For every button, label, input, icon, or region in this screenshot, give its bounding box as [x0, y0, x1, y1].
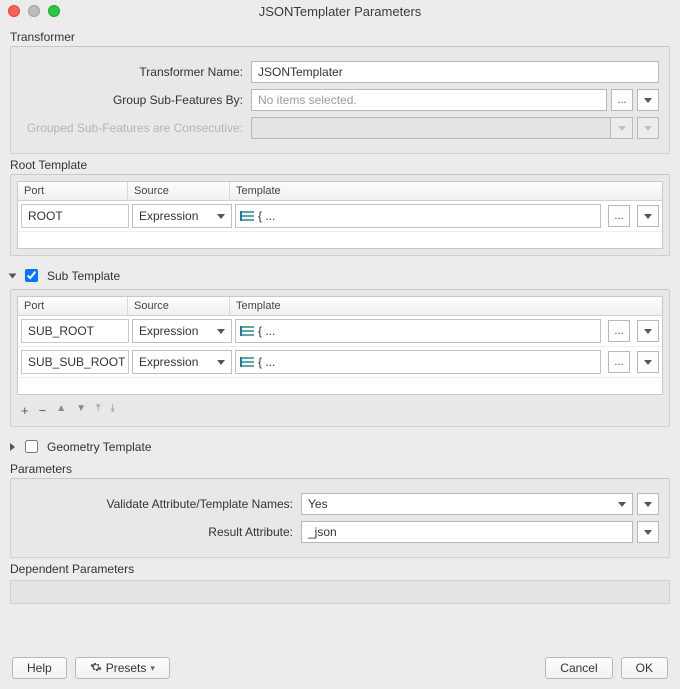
result-attr-menu-button[interactable] — [637, 521, 659, 543]
root-header-source: Source — [128, 182, 230, 200]
root-port-cell[interactable]: ROOT — [21, 204, 129, 228]
table-row: SUB_ROOT Expression { ... ... — [18, 316, 662, 347]
window-title: JSONTemplater Parameters — [0, 4, 680, 19]
chevron-down-icon — [217, 360, 225, 365]
dependent-section-label: Dependent Parameters — [10, 562, 670, 576]
sub-source-select-0[interactable]: Expression — [132, 319, 232, 343]
root-header-port: Port — [18, 182, 128, 200]
presets-button[interactable]: Presets ▾ — [75, 657, 170, 679]
validate-select[interactable]: Yes — [301, 493, 633, 515]
sub-template-disclosure[interactable] — [9, 273, 17, 278]
root-template-grid: Port Source Template ROOT Expression { .… — [17, 181, 663, 249]
validate-label: Validate Attribute/Template Names: — [21, 497, 301, 511]
move-bottom-button[interactable]: ⤓ — [110, 403, 114, 418]
root-template-section-label: Root Template — [10, 158, 670, 172]
sub-port-cell-0[interactable]: SUB_ROOT — [21, 319, 129, 343]
transformer-name-label: Transformer Name: — [21, 65, 251, 79]
transformer-section-label: Transformer — [10, 30, 670, 44]
root-template-menu-button[interactable] — [637, 205, 659, 227]
result-attr-field[interactable]: _json — [301, 521, 633, 543]
cancel-button[interactable]: Cancel — [545, 657, 612, 679]
move-up-button[interactable]: ▲ — [56, 403, 66, 418]
table-row: ROOT Expression { ... ... — [18, 201, 662, 232]
gear-icon — [90, 661, 102, 676]
root-template-browse-button[interactable]: ... — [608, 205, 630, 227]
add-row-button[interactable]: + — [21, 403, 29, 418]
help-button[interactable]: Help — [12, 657, 67, 679]
ok-button[interactable]: OK — [621, 657, 668, 679]
root-template-group: Port Source Template ROOT Expression { .… — [10, 174, 670, 256]
table-row: SUB_SUB_ROOT Expression { ... ... — [18, 347, 662, 378]
sub-template-browse-button-1[interactable]: ... — [608, 351, 630, 373]
chevron-down-icon — [217, 214, 225, 219]
geometry-template-disclosure[interactable] — [10, 443, 15, 451]
titlebar: JSONTemplater Parameters — [0, 0, 680, 22]
root-source-select[interactable]: Expression — [132, 204, 232, 228]
sub-header-template: Template — [230, 297, 662, 315]
sub-header-source: Source — [128, 297, 230, 315]
chevron-down-icon — [217, 329, 225, 334]
group-by-label: Group Sub-Features By: — [21, 93, 251, 107]
sub-source-select-1[interactable]: Expression — [132, 350, 232, 374]
sub-template-field-1[interactable]: { ... — [235, 350, 601, 374]
json-tree-icon — [240, 209, 254, 223]
json-tree-icon — [240, 355, 254, 369]
validate-menu-button[interactable] — [637, 493, 659, 515]
sub-template-menu-button-1[interactable] — [637, 351, 659, 373]
transformer-group: Transformer Name: JSONTemplater Group Su… — [10, 46, 670, 154]
json-tree-icon — [240, 324, 254, 338]
sub-template-checkbox[interactable] — [25, 269, 38, 282]
result-attr-label: Result Attribute: — [21, 525, 301, 539]
geometry-template-checkbox[interactable] — [25, 440, 38, 453]
footer: Help Presets ▾ Cancel OK — [10, 649, 670, 689]
sub-port-cell-1[interactable]: SUB_SUB_ROOT — [21, 350, 129, 374]
group-by-field[interactable]: No items selected. — [251, 89, 607, 111]
sub-template-group: Port Source Template SUB_ROOT Expression… — [10, 289, 670, 427]
dependent-parameters-group — [10, 580, 670, 604]
move-down-button[interactable]: ▼ — [76, 403, 86, 418]
sub-template-section-label: Sub Template — [47, 269, 120, 283]
move-top-button[interactable]: ⤒ — [96, 403, 100, 418]
grouped-consecutive-field — [251, 117, 611, 139]
sub-template-grid: Port Source Template SUB_ROOT Expression… — [17, 296, 663, 395]
grouped-consecutive-menu-button — [637, 117, 659, 139]
transformer-name-field[interactable]: JSONTemplater — [251, 61, 659, 83]
remove-row-button[interactable]: − — [39, 403, 47, 418]
sub-template-toolbar: + − ▲ ▼ ⤒ ⤓ — [17, 395, 663, 420]
root-template-field[interactable]: { ... — [235, 204, 601, 228]
parameters-group: Validate Attribute/Template Names: Yes R… — [10, 478, 670, 558]
group-by-browse-button[interactable]: ... — [611, 89, 633, 111]
sub-header-port: Port — [18, 297, 128, 315]
sub-template-browse-button-0[interactable]: ... — [608, 320, 630, 342]
sub-template-field-0[interactable]: { ... — [235, 319, 601, 343]
root-header-template: Template — [230, 182, 662, 200]
chevron-down-icon — [618, 502, 626, 507]
geometry-template-section-label: Geometry Template — [47, 440, 152, 454]
grouped-consecutive-label: Grouped Sub-Features are Consecutive: — [21, 121, 251, 135]
sub-template-menu-button-0[interactable] — [637, 320, 659, 342]
grouped-consecutive-select — [611, 117, 633, 139]
group-by-menu-button[interactable] — [637, 89, 659, 111]
parameters-section-label: Parameters — [10, 462, 670, 476]
